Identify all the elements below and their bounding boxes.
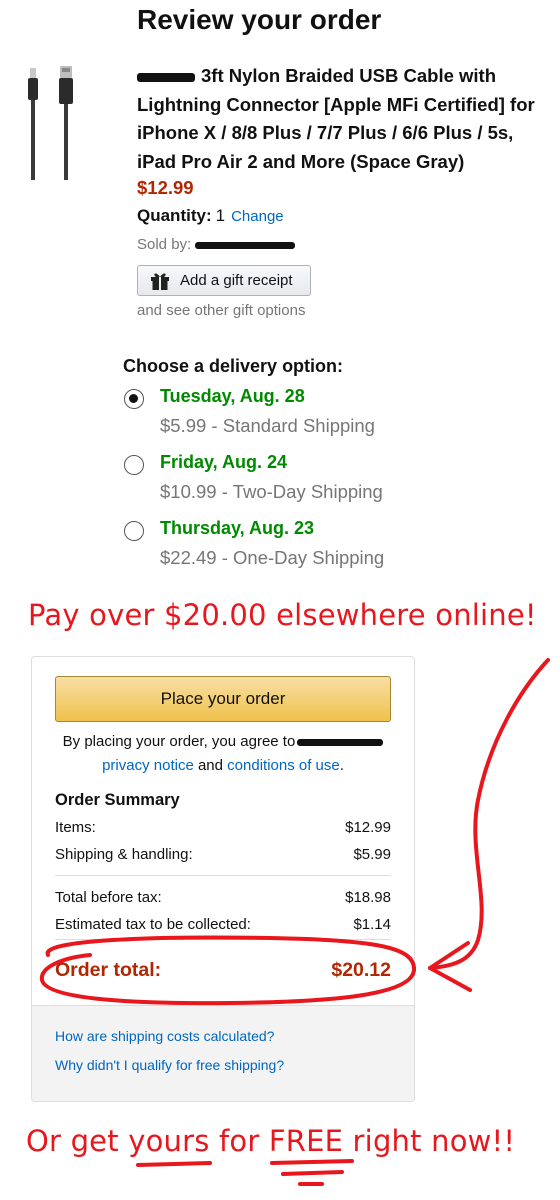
radio-unselected[interactable] (124, 521, 144, 541)
redacted-seller (195, 241, 296, 249)
annotation-get-free: Or get yours for FREE right now!! (26, 1124, 516, 1158)
divider (55, 875, 391, 876)
delivery-price: $10.99 - Two-Day Shipping (160, 481, 383, 502)
product-price: $12.99 (137, 177, 194, 198)
add-gift-receipt-button[interactable]: Add a gift receipt (137, 265, 311, 296)
gift-icon (151, 273, 169, 290)
underline-yours (136, 1161, 212, 1167)
annotation-word-free: FREE (268, 1124, 344, 1158)
delivery-heading: Choose a delivery option: (123, 356, 344, 376)
underline-free-1 (270, 1159, 354, 1165)
redacted-store (297, 738, 384, 746)
summary-row-items: Items: $12.99 (55, 819, 391, 836)
summary-row-tax: Estimated tax to be collected: $1.14 (55, 916, 391, 933)
summary-row-shipping: Shipping & handling: $5.99 (55, 846, 391, 863)
delivery-price: $5.99 - Standard Shipping (160, 415, 375, 436)
order-summary-title: Order Summary (55, 791, 180, 809)
order-total-value: $20.12 (331, 959, 391, 981)
underline-free-2 (281, 1170, 344, 1176)
place-order-button[interactable]: Place your order (55, 676, 391, 722)
delivery-date: Thursday, Aug. 23 (160, 518, 315, 538)
radio-selected[interactable] (124, 389, 144, 409)
order-summary-box: Place your order By placing your order, … (31, 656, 415, 1102)
product-image[interactable] (20, 62, 84, 182)
product-title[interactable]: 3ft Nylon Braided USB Cable with Lightni… (137, 62, 547, 176)
arrow-annotation (428, 658, 550, 970)
delivery-option-one-day[interactable]: Thursday, Aug. 23 $22.49 - One-Day Shipp… (123, 518, 423, 578)
annotation-word-yours: yours (128, 1124, 210, 1158)
order-total-label: Order total: (55, 959, 162, 981)
shipping-help-footer: How are shipping costs calculated? Why d… (32, 1005, 414, 1101)
delivery-date: Tuesday, Aug. 28 (160, 386, 305, 406)
privacy-notice-link[interactable]: privacy notice (102, 757, 194, 774)
quantity: Quantity: 1 Change (137, 206, 284, 226)
redacted-brand (137, 72, 195, 82)
free-shipping-link[interactable]: Why didn't I qualify for free shipping? (55, 1057, 284, 1073)
shipping-costs-link[interactable]: How are shipping costs calculated? (55, 1028, 274, 1044)
annotation-pay-elsewhere: Pay over $20.00 elsewhere online! (28, 598, 537, 632)
conditions-of-use-link[interactable]: conditions of use (227, 757, 340, 774)
sold-by-label: Sold by: (137, 236, 192, 253)
delivery-option-standard[interactable]: Tuesday, Aug. 28 $5.99 - Standard Shippi… (123, 386, 423, 446)
delivery-option-two-day[interactable]: Friday, Aug. 24 $10.99 - Two-Day Shippin… (123, 452, 423, 512)
sold-by: Sold by: (137, 236, 296, 253)
delivery-price: $22.49 - One-Day Shipping (160, 547, 385, 568)
summary-row-before-tax: Total before tax: $18.98 (55, 889, 391, 906)
page-title: Review your order (137, 4, 382, 35)
agreement-text: By placing your order, you agree to priv… (32, 730, 414, 778)
delivery-date: Friday, Aug. 24 (160, 452, 288, 472)
gift-options-text: and see other gift options (137, 302, 306, 319)
divider (55, 939, 391, 940)
quantity-value: 1 (215, 206, 226, 225)
gift-button-label: Add a gift receipt (180, 272, 293, 289)
radio-unselected[interactable] (124, 455, 144, 475)
quantity-label: Quantity: (137, 206, 212, 225)
change-quantity-link[interactable]: Change (231, 208, 284, 225)
order-total: Order total: $20.12 (55, 959, 391, 982)
arrowhead-annotation (428, 941, 472, 992)
